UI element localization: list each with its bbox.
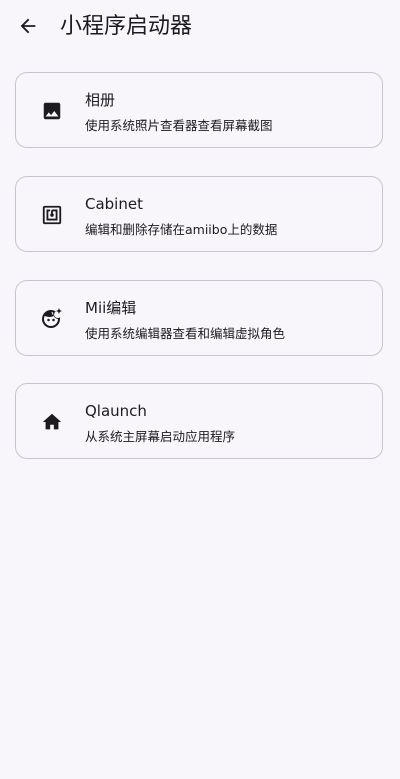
applet-subtitle: 使用系统编辑器查看和编辑虚拟角色 (85, 326, 286, 341)
page-title: 小程序启动器 (60, 14, 193, 39)
applet-title: 相册 (85, 91, 116, 109)
home-icon (40, 410, 64, 434)
applet-card-mii-edit[interactable]: Mii编辑 使用系统编辑器查看和编辑虚拟角色 (15, 280, 383, 356)
applet-card-cabinet[interactable]: Cabinet 编辑和删除存储在amiibo上的数据 (15, 176, 383, 252)
arrow-back-icon (20, 18, 36, 34)
face-icon (40, 307, 64, 331)
applet-card-qlaunch[interactable]: Qlaunch 从系统主屏幕启动应用程序 (15, 383, 383, 459)
image-icon (40, 99, 64, 123)
nfc-icon (40, 203, 64, 227)
applet-title: Cabinet (85, 195, 143, 213)
back-button[interactable] (12, 10, 44, 42)
top-app-bar: 小程序启动器 (0, 0, 400, 56)
applet-card-album[interactable]: 相册 使用系统照片查看器查看屏幕截图 (15, 72, 383, 148)
applet-title: Qlaunch (85, 402, 147, 420)
applet-subtitle: 编辑和删除存储在amiibo上的数据 (85, 222, 278, 237)
applet-subtitle: 使用系统照片查看器查看屏幕截图 (85, 118, 273, 133)
applet-title: Mii编辑 (85, 299, 137, 317)
applet-subtitle: 从系统主屏幕启动应用程序 (85, 429, 236, 444)
